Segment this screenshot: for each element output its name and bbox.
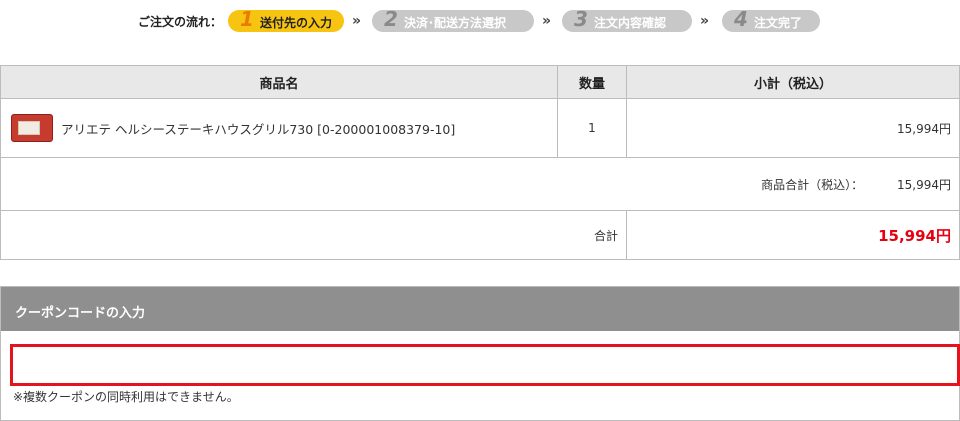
coupon-header: クーポンコードの入力 — [1, 287, 959, 331]
grand-total-label: 合計 — [0, 210, 627, 260]
product-total-cell: 商品合計（税込）： 15,994円 — [0, 157, 960, 211]
step-label: 決済･配送方法選択 — [404, 16, 507, 30]
step-2-payment: 2 決済･配送方法選択 — [372, 7, 534, 32]
header-quantity: 数量 — [557, 65, 627, 99]
chevron-right-icon: » — [352, 13, 361, 29]
step-number: 4 — [734, 7, 748, 31]
grand-total-row: 合計 15,994円 — [0, 210, 960, 260]
product-total-value: 15,994円 — [897, 177, 951, 192]
progress-label: ご注文の流れ： — [138, 15, 223, 29]
product-thumbnail[interactable] — [11, 114, 53, 142]
header-product: 商品名 — [0, 65, 558, 99]
step-number: 2 — [384, 7, 398, 31]
step-1-shipping: 1 送付先の入力 — [228, 7, 344, 32]
coupon-title: クーポンコードの入力 — [15, 306, 146, 321]
step-number: 1 — [240, 7, 254, 31]
coupon-note: ※複数クーポンの同時利用はできません。 — [13, 390, 239, 404]
product-name: アリエテ ヘルシーステーキハウスグリル730 [0-200001008379-1… — [61, 122, 456, 137]
step-label: 注文内容確認 — [594, 16, 667, 30]
product-cell: アリエテ ヘルシーステーキハウスグリル730 [0-200001008379-1… — [0, 98, 558, 158]
step-label: 注文完了 — [754, 16, 803, 30]
product-total-label: 商品合計（税込）： — [761, 177, 864, 192]
step-number: 3 — [574, 7, 588, 31]
product-total-row: 商品合計（税込）： 15,994円 — [0, 157, 960, 211]
grand-total-value: 15,994円 — [626, 210, 960, 260]
table-row: アリエテ ヘルシーステーキハウスグリル730 [0-200001008379-1… — [0, 98, 960, 158]
chevron-right-icon: » — [700, 13, 709, 29]
step-label: 送付先の入力 — [260, 16, 333, 30]
quantity-cell: 1 — [557, 98, 627, 158]
subtotal-cell: 15,994円 — [626, 98, 960, 158]
coupon-code-input[interactable] — [10, 344, 960, 386]
table-header-row: 商品名 数量 小計（税込） — [0, 65, 960, 99]
order-progress: ご注文の流れ： 1 送付先の入力 » 2 決済･配送方法選択 » 3 注文内容確… — [0, 7, 960, 35]
header-subtotal: 小計（税込） — [626, 65, 960, 99]
step-4-complete: 4 注文完了 — [722, 7, 820, 32]
step-3-confirm: 3 注文内容確認 — [562, 7, 692, 32]
order-items-table: 商品名 数量 小計（税込） アリエテ ヘルシーステーキハウスグリル730 [0-… — [0, 65, 960, 260]
chevron-right-icon: » — [542, 13, 551, 29]
coupon-section: クーポンコードの入力 ※複数クーポンの同時利用はできません。 — [0, 286, 960, 421]
